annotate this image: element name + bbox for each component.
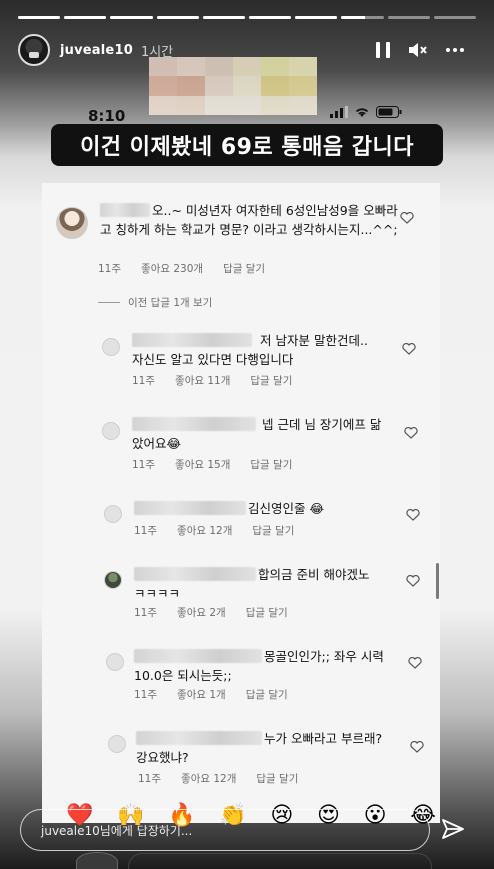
pause-icon[interactable] (376, 42, 390, 58)
phone-status-time: 8:10 (88, 107, 126, 125)
comment-age: 11주 (132, 375, 156, 387)
next-story-avatar (76, 852, 118, 869)
comment-meta: 11주 좋아요 230개 답글 달기 (98, 261, 265, 276)
heart-icon[interactable] (400, 212, 414, 224)
comment-likes[interactable]: 좋아요 2개 (177, 605, 226, 620)
avatar (104, 505, 122, 523)
avatar (102, 338, 120, 356)
view-previous-replies[interactable]: 이전 답글 1개 보기 (98, 295, 212, 310)
story-caption: 이건 이제봤네 69로 통매음 갑니다 (51, 124, 443, 166)
heart-icon[interactable] (406, 509, 420, 521)
avatar[interactable] (18, 34, 50, 66)
comment-age: 11주 (98, 263, 122, 275)
comment-meta: 11주 좋아요 2개 답글 달기 (134, 605, 288, 620)
comment-likes[interactable]: 좋아요 12개 (181, 771, 236, 786)
avatar (56, 207, 88, 239)
progress-segment (64, 16, 107, 19)
progress-segment (110, 16, 153, 19)
comment-text: 넵 근데 님 장기에프 닮았어요😂 (132, 417, 382, 451)
header-controls (376, 42, 464, 58)
progress-segment (341, 16, 384, 19)
reply-input[interactable]: juveale10님에게 답장하기... (20, 809, 430, 851)
comment-text: 합의금 준비 해야겠노 ㅋㅋㅋㅋ (134, 567, 370, 601)
reply-link[interactable]: 답글 달기 (256, 771, 298, 786)
comment-text: 저 남자분 말한건데.. 자신도 알고 있다면 다행입니다 (132, 333, 368, 367)
avatar (106, 653, 124, 671)
reply-link[interactable]: 답글 달기 (250, 457, 292, 472)
progress-segment (156, 16, 199, 19)
avatar (108, 735, 126, 753)
comment-meta: 11주 좋아요 1개 답글 달기 (134, 687, 288, 702)
progress-segment (295, 16, 338, 19)
heart-icon[interactable] (404, 427, 418, 439)
comment-likes[interactable]: 좋아요 11개 (175, 373, 230, 388)
next-story-preview (128, 853, 432, 869)
signal-icon (330, 106, 348, 118)
phone-status-icons (330, 106, 402, 118)
reply-link[interactable]: 답글 달기 (223, 261, 265, 276)
progress-segment (18, 16, 61, 19)
comment-meta: 11주 좋아요 11개 답글 달기 (132, 373, 292, 388)
story-viewer: juveale10 1시간 8:10 이건 이제봤네 69로 통매음 갑니다 오… (0, 0, 494, 869)
scrollbar[interactable] (436, 563, 439, 599)
wifi-icon (355, 108, 369, 117)
avatar (104, 571, 122, 589)
comment-age: 11주 (134, 607, 158, 619)
comment-likes[interactable]: 좋아요 12개 (177, 523, 232, 538)
progress-segment (387, 16, 430, 19)
heart-icon[interactable] (410, 741, 424, 753)
comment-age: 11주 (134, 525, 158, 537)
comment-text: 김신영인줄 😂 (248, 501, 325, 516)
comment-age: 11주 (132, 459, 156, 471)
reply-link[interactable]: 답글 달기 (252, 523, 294, 538)
censor-mosaic (149, 57, 317, 115)
reply-link[interactable]: 답글 달기 (246, 687, 288, 702)
comment-age: 11주 (138, 773, 162, 785)
comment-meta: 11주 좋아요 12개 답글 달기 (138, 771, 298, 786)
comment-age: 11주 (134, 689, 158, 701)
view-previous-label: 이전 답글 1개 보기 (128, 297, 213, 309)
send-icon[interactable] (441, 818, 465, 840)
comment-text: 누가 오빠라고 부르래? 강요했냐? (136, 731, 383, 765)
comment-likes[interactable]: 좋아요 15개 (175, 457, 230, 472)
reply-placeholder: juveale10님에게 답장하기... (41, 823, 193, 838)
comment-screenshot: 오..~ 미성년자 여자한테 6성인남성9을 오빠라고 칭하게 하는 학교가 명… (42, 183, 440, 823)
reply-link[interactable]: 답글 달기 (250, 373, 292, 388)
mute-icon[interactable] (408, 42, 428, 58)
progress-segment (249, 16, 292, 19)
comment-likes[interactable]: 좋아요 230개 (141, 261, 203, 276)
heart-icon[interactable] (408, 657, 422, 669)
progress-segment (433, 16, 477, 19)
story-progress (18, 16, 477, 19)
battery-icon (376, 106, 402, 118)
progress-segment (202, 16, 246, 19)
reply-link[interactable]: 답글 달기 (246, 605, 288, 620)
heart-icon[interactable] (406, 575, 420, 587)
avatar (102, 422, 120, 440)
more-icon[interactable] (446, 48, 464, 52)
heart-icon[interactable] (402, 343, 416, 355)
comment-text: 오..~ 미성년자 여자한테 6성인남성9을 오빠라고 칭하게 하는 학교가 명… (100, 203, 398, 237)
comment-meta: 11주 좋아요 12개 답글 달기 (134, 523, 294, 538)
username[interactable]: juveale10 (60, 43, 133, 58)
comment-text: 몽골인인가;; 좌우 시력 10.0은 되시는듯;; (134, 649, 384, 683)
comment-meta: 11주 좋아요 15개 답글 달기 (132, 457, 292, 472)
comment-likes[interactable]: 좋아요 1개 (177, 687, 226, 702)
